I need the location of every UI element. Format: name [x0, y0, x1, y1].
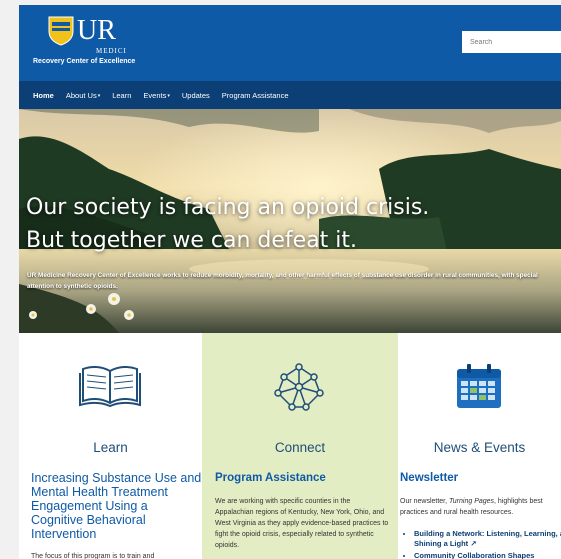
nav-item-updates[interactable]: Updates	[176, 91, 216, 100]
page: UR MEDICINE Recovery Center of Excellenc…	[19, 5, 561, 559]
nav-item-about-us[interactable]: About Us▾	[60, 91, 106, 100]
hero-subtext: UR Medicine Recovery Center of Excellenc…	[27, 272, 538, 290]
calendar-icon	[457, 364, 501, 408]
news-events-column: News & Events Newsletter Our newsletter,…	[398, 333, 561, 559]
connect-heading: Connect	[274, 440, 326, 455]
newsletter-list: Building a Network: Listening, Learning,…	[402, 529, 561, 559]
hero-headline: Our society is facing an opioid crisis. B…	[26, 191, 429, 257]
site-tagline: Recovery Center of Excellence	[33, 58, 136, 65]
open-book-icon	[79, 365, 141, 407]
nav-item-learn[interactable]: Learn	[106, 91, 137, 100]
connect-body-text: We are working with specific counties in…	[215, 498, 389, 549]
caret-down-icon: ▾	[97, 92, 101, 99]
learn-body-text: The focus of this program is to train an…	[31, 553, 155, 559]
caret-down-icon: ▾	[167, 92, 170, 99]
learn-subheading-link[interactable]: Increasing Substance Use and Mental Heal…	[31, 471, 202, 541]
newsletter-link[interactable]: Community Collaboration Shapes	[414, 551, 561, 559]
ur-medicine-logo[interactable]: UR MEDICINE	[47, 13, 127, 57]
news-events-heading: News & Events	[433, 440, 526, 455]
newsletter-name: Turning Pages	[449, 498, 495, 505]
nav-list: Home About Us▾ Learn Events▾ Updates Pro…	[27, 81, 295, 109]
learn-column: Learn Increasing Substance Use and Menta…	[19, 333, 202, 559]
search-input[interactable]	[462, 31, 561, 53]
hero-headline-line2: But together we can defeat it.	[26, 228, 358, 253]
logo-wordmark: UR	[77, 15, 116, 46]
nav-item-events[interactable]: Events▾	[137, 91, 175, 100]
site-header: UR MEDICINE Recovery Center of Excellenc…	[19, 5, 561, 81]
connect-subheading-link[interactable]: Program Assistance	[215, 471, 385, 485]
learn-heading: Learn	[93, 440, 128, 455]
newsletter-link[interactable]: Building a Network: Listening, Learning,…	[414, 529, 561, 549]
logo-subtext: MEDICINE	[96, 47, 127, 55]
hero-headline-line1: Our society is facing an opioid crisis.	[26, 195, 430, 220]
network-nodes-icon	[274, 363, 324, 411]
nav-item-home[interactable]: Home	[27, 91, 60, 100]
newsletter-heading: Newsletter	[400, 472, 459, 484]
newsletter-body-text: Our newsletter, Turning Pages, highlight…	[400, 498, 543, 516]
hero-banner: Our society is facing an opioid crisis. B…	[19, 109, 561, 333]
connect-column: Connect Program Assistance We are workin…	[202, 333, 398, 559]
main-nav: Home About Us▾ Learn Events▾ Updates Pro…	[19, 81, 561, 109]
nav-item-program-assistance[interactable]: Program Assistance	[216, 91, 295, 100]
